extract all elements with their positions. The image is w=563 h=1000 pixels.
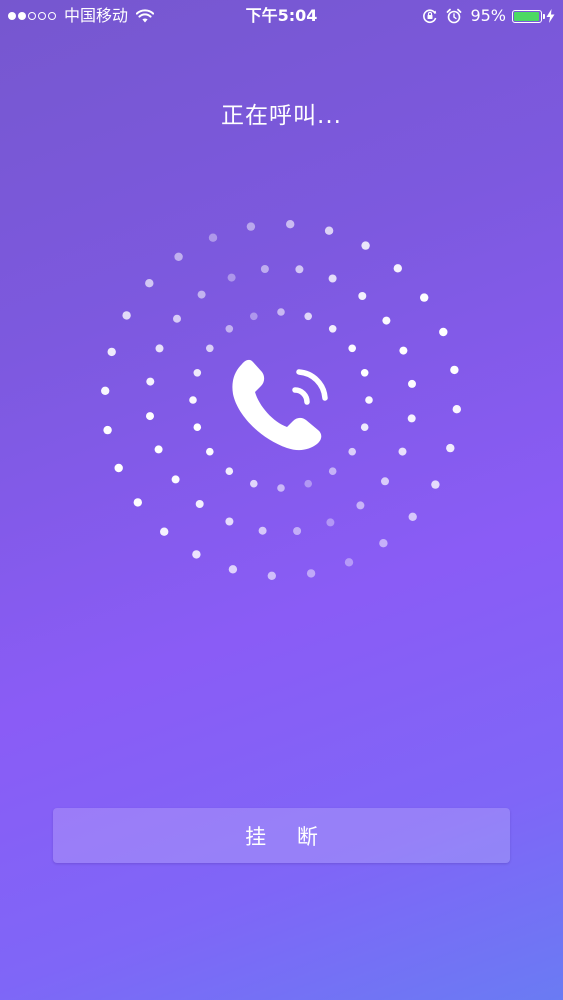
alarm-icon <box>447 8 462 24</box>
ripple-dot <box>295 265 304 274</box>
ripple-dot <box>195 500 204 508</box>
ripple-dot <box>439 327 448 337</box>
ripple-dot <box>122 311 131 320</box>
ripple-dot <box>250 312 258 321</box>
orientation-lock-icon <box>423 9 437 24</box>
ripple-dot <box>379 539 388 548</box>
battery-level-fill <box>514 11 539 21</box>
ripple-dot <box>192 550 201 559</box>
ripple-dot <box>286 220 295 229</box>
ripple-dot <box>246 222 256 231</box>
ripple-dot <box>250 479 258 488</box>
ripple-dot <box>225 467 234 476</box>
ripple-dots <box>101 220 461 580</box>
ripple-dot <box>382 316 391 325</box>
ripple-dot <box>101 386 110 395</box>
ripple-dot <box>431 480 440 489</box>
phone-call-icon <box>232 359 328 451</box>
ripple-dot <box>324 226 334 235</box>
ripple-dot <box>206 344 214 353</box>
ripple-dot <box>277 308 285 316</box>
ripple-dot <box>107 347 116 357</box>
ripple-dot <box>197 290 206 299</box>
ripple-dot <box>326 518 335 527</box>
ripple-dot <box>193 423 202 432</box>
charging-bolt-icon <box>546 9 555 23</box>
ripple-dot <box>399 346 408 355</box>
ripple-dot <box>381 477 389 486</box>
hangup-button[interactable]: 挂 断 <box>53 808 510 863</box>
ripple-dot <box>227 273 236 282</box>
ripple-dot <box>258 526 267 535</box>
ripple-dot <box>225 517 234 526</box>
ripple-dot <box>446 443 455 453</box>
ripple-dot <box>365 396 373 404</box>
ripple-dot <box>358 292 367 300</box>
ripple-dot <box>146 412 154 421</box>
ripple-dot <box>145 279 154 288</box>
ripple-dot <box>328 325 337 333</box>
ripple-dot <box>160 527 169 536</box>
ripple-dot <box>208 233 218 242</box>
ripple-dot <box>356 501 365 510</box>
call-status-text: 正在呼叫... <box>221 103 342 129</box>
ripple-dot <box>408 512 417 521</box>
ripple-dot <box>328 467 337 476</box>
ripple-dot <box>189 396 197 404</box>
ripple-dot <box>293 527 302 535</box>
ripple-dot <box>393 264 402 273</box>
battery-icon <box>512 9 545 23</box>
ripple-dot <box>420 293 429 302</box>
battery-percentage: 95% <box>470 6 506 25</box>
ripple-dot <box>306 569 316 578</box>
ripple-dot <box>206 447 214 456</box>
ripple-dot <box>103 425 112 435</box>
ripple-dot <box>407 414 416 423</box>
ripple-dot <box>174 252 183 261</box>
ripple-dot <box>277 484 285 492</box>
ripple-dot <box>228 565 238 574</box>
ripple-dot <box>193 369 202 377</box>
ripple-dot <box>361 241 370 250</box>
ripple-dot <box>225 325 234 333</box>
ripple-dot <box>452 405 461 414</box>
ripple-dot <box>304 312 313 321</box>
ripple-dot <box>171 475 180 484</box>
ripple-dot <box>114 463 123 473</box>
ripple-dot <box>267 571 276 580</box>
ripple-dot <box>133 498 142 507</box>
ripple-dot <box>348 447 357 456</box>
ripple-dot <box>328 274 337 283</box>
ripple-dot <box>173 314 181 323</box>
ripple-dot <box>450 365 459 375</box>
ripple-dot <box>348 344 357 353</box>
ripple-dot <box>360 369 369 377</box>
ripple-dot <box>155 344 164 353</box>
ripple-dot <box>360 423 369 432</box>
ripple-dot <box>408 379 416 388</box>
status-bar: 中国移动 下午5:04 95% <box>0 0 563 32</box>
calling-screen: 中国移动 下午5:04 95% 正在呼叫... 挂 断 <box>0 0 563 1000</box>
ripple-dot <box>146 377 155 386</box>
ripple-dot <box>260 265 269 273</box>
ripple-dot <box>398 447 407 456</box>
ripple-dot <box>304 479 313 488</box>
ripple-dot <box>344 558 354 567</box>
ripple-dot <box>154 445 163 454</box>
status-bar-right: 95% <box>422 0 555 32</box>
